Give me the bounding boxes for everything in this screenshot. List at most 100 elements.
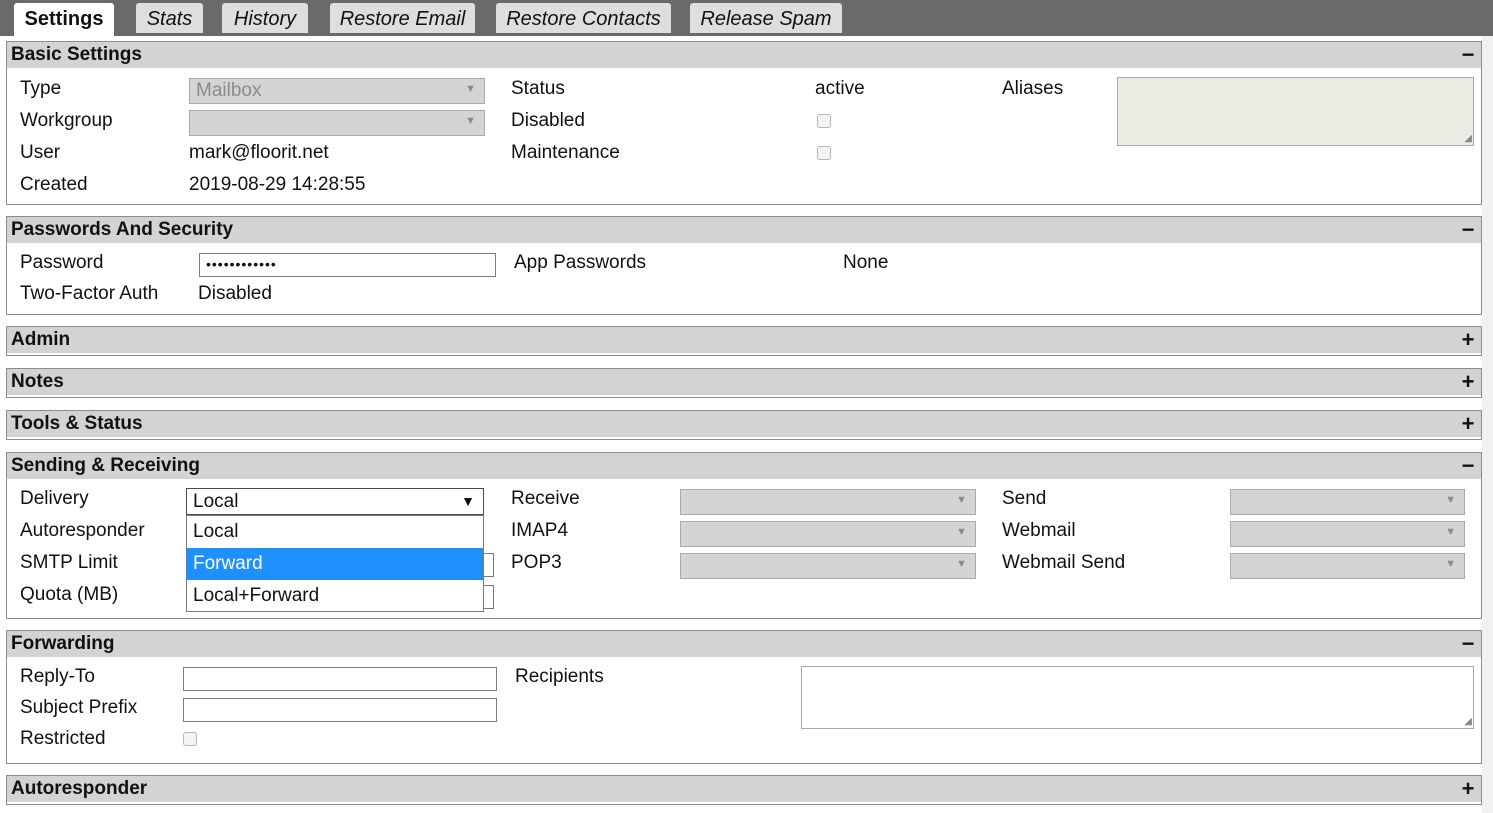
tab-stats[interactable]: Stats (136, 3, 203, 33)
aliases-label: Aliases (1002, 78, 1064, 99)
forwarding-section: Forwarding − Reply-To Subject Prefix Res… (6, 630, 1482, 764)
restricted-checkbox[interactable] (183, 732, 197, 746)
workgroup-label: Workgroup (20, 110, 113, 131)
imap4-select[interactable]: ▼ (680, 521, 976, 547)
webmail-send-label: Webmail Send (1002, 552, 1126, 573)
expand-icon[interactable]: + (1460, 329, 1476, 351)
expand-icon[interactable]: + (1460, 371, 1476, 393)
delivery-option-forward[interactable]: Forward (187, 548, 483, 580)
dropdown-arrow-icon: ▼ (956, 558, 967, 570)
recipients-label: Recipients (515, 666, 604, 687)
tab-release-spam[interactable]: Release Spam (690, 3, 842, 33)
dropdown-arrow-icon: ▼ (1445, 558, 1456, 570)
page-scrollbar[interactable] (1482, 36, 1493, 813)
user-value: mark@floorit.net (189, 142, 329, 163)
disabled-label: Disabled (511, 110, 585, 131)
workgroup-select[interactable]: ▼ (189, 110, 485, 136)
reply-to-label: Reply-To (20, 666, 95, 687)
section-title: Tools & Status (11, 413, 143, 434)
tools-header[interactable]: Tools & Status + (7, 411, 1481, 437)
dropdown-arrow-icon: ▼ (1445, 526, 1456, 538)
pop3-select[interactable]: ▼ (680, 553, 976, 579)
section-title: Passwords And Security (11, 219, 234, 240)
section-title: Admin (11, 329, 71, 350)
dropdown-arrow-icon: ▼ (465, 83, 476, 95)
aliases-textarea[interactable]: ◢ (1117, 77, 1474, 146)
collapse-icon[interactable]: − (1460, 44, 1476, 66)
tab-settings[interactable]: Settings (14, 3, 114, 36)
tab-bar: Settings Stats History Restore Email Res… (0, 0, 1493, 36)
dropdown-arrow-icon: ▼ (956, 526, 967, 538)
status-label: Status (511, 78, 565, 99)
disabled-checkbox[interactable] (817, 114, 831, 128)
collapse-icon[interactable]: − (1460, 455, 1476, 477)
collapse-icon[interactable]: − (1460, 219, 1476, 241)
section-title: Sending & Receiving (11, 455, 200, 476)
app-passwords-value: None (843, 252, 889, 273)
imap4-label: IMAP4 (511, 520, 569, 541)
recipients-textarea[interactable]: ◢ (801, 666, 1474, 729)
type-select[interactable]: Mailbox ▼ (189, 78, 485, 104)
security-header[interactable]: Passwords And Security − (7, 217, 1481, 243)
two-factor-label: Two-Factor Auth (20, 283, 159, 304)
section-title: Autoresponder (11, 778, 148, 799)
delivery-select[interactable]: Local ▼ (186, 488, 484, 515)
admin-header[interactable]: Admin + (7, 327, 1481, 353)
security-section: Passwords And Security − Password ••••••… (6, 216, 1482, 315)
dropdown-arrow-icon: ▼ (465, 115, 476, 127)
tab-restore-contacts[interactable]: Restore Contacts (496, 3, 671, 33)
receive-label: Receive (511, 488, 580, 509)
forwarding-header[interactable]: Forwarding − (7, 631, 1481, 657)
receive-select[interactable]: ▼ (680, 489, 976, 515)
tab-history[interactable]: History (222, 3, 308, 33)
section-title: Forwarding (11, 633, 115, 654)
basic-settings-section: Basic Settings − Type Mailbox ▼ Workgrou… (6, 41, 1482, 205)
delivery-option-local[interactable]: Local (187, 516, 483, 548)
delivery-option-local-forward[interactable]: Local+Forward (187, 580, 483, 612)
resize-grip-icon[interactable]: ◢ (1464, 717, 1472, 727)
resize-grip-icon[interactable]: ◢ (1464, 134, 1472, 144)
section-title: Notes (11, 371, 64, 392)
smtp-limit-label: SMTP Limit (20, 552, 118, 573)
app-passwords-label: App Passwords (514, 252, 647, 273)
subject-prefix-label: Subject Prefix (20, 697, 138, 718)
user-label: User (20, 142, 61, 163)
password-field[interactable]: •••••••••••• (199, 253, 496, 277)
tab-restore-email[interactable]: Restore Email (330, 3, 475, 33)
webmail-label: Webmail (1002, 520, 1076, 541)
expand-icon[interactable]: + (1460, 413, 1476, 435)
sending-receiving-header[interactable]: Sending & Receiving − (7, 453, 1481, 479)
send-label: Send (1002, 488, 1047, 509)
password-label: Password (20, 252, 104, 273)
collapse-icon[interactable]: − (1460, 633, 1476, 655)
pop3-label: POP3 (511, 552, 562, 573)
dropdown-arrow-icon: ▼ (461, 493, 475, 509)
autoresponder-section: Autoresponder + (6, 775, 1482, 805)
quota-label: Quota (MB) (20, 584, 119, 605)
reply-to-field[interactable] (183, 667, 497, 691)
restricted-label: Restricted (20, 728, 106, 749)
admin-section: Admin + (6, 326, 1482, 356)
autoresponder-header[interactable]: Autoresponder + (7, 776, 1481, 802)
send-select[interactable]: ▼ (1230, 489, 1465, 515)
notes-header[interactable]: Notes + (7, 369, 1481, 395)
section-title: Basic Settings (11, 44, 142, 65)
status-value: active (815, 78, 865, 99)
subject-prefix-field[interactable] (183, 698, 497, 722)
created-label: Created (20, 174, 88, 195)
autoresponder-label: Autoresponder (20, 520, 145, 541)
basic-settings-header[interactable]: Basic Settings − (7, 42, 1481, 68)
type-label: Type (20, 78, 62, 99)
notes-section: Notes + (6, 368, 1482, 398)
delivery-label: Delivery (20, 488, 89, 509)
webmail-send-select[interactable]: ▼ (1230, 553, 1465, 579)
maintenance-label: Maintenance (511, 142, 620, 163)
tools-section: Tools & Status + (6, 410, 1482, 440)
expand-icon[interactable]: + (1460, 778, 1476, 800)
delivery-dropdown-list: Local Forward Local+Forward (186, 515, 484, 612)
dropdown-arrow-icon: ▼ (956, 494, 967, 506)
maintenance-checkbox[interactable] (817, 146, 831, 160)
created-value: 2019-08-29 14:28:55 (189, 174, 366, 195)
two-factor-value: Disabled (198, 283, 272, 304)
webmail-select[interactable]: ▼ (1230, 521, 1465, 547)
